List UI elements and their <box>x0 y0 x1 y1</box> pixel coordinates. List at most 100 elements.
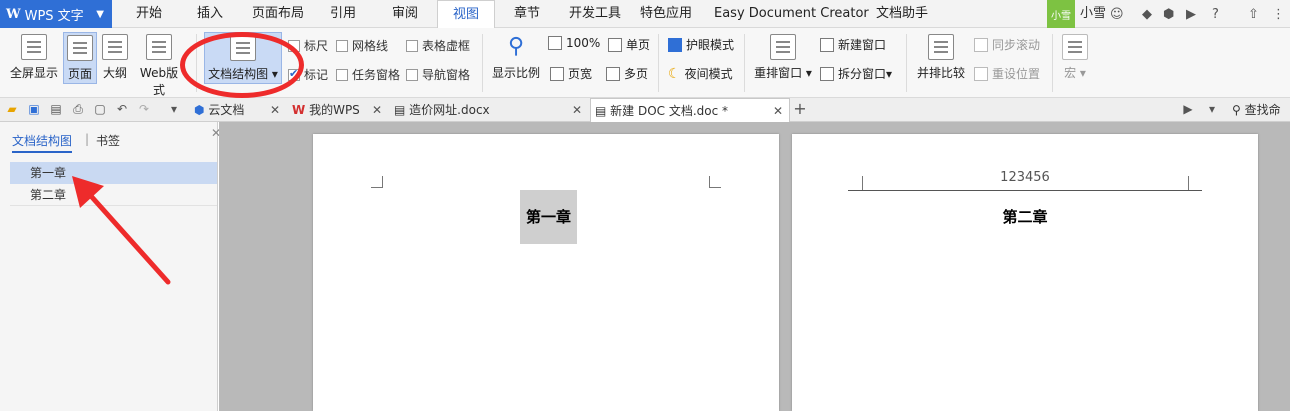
save-icon[interactable]: ▣ <box>26 101 42 117</box>
caret-down-icon: ▼ <box>96 8 104 20</box>
undo-icon[interactable]: ↶ <box>114 101 130 117</box>
caret-down-icon: ▾ <box>1076 66 1086 80</box>
outline-view-button[interactable]: 大纲 <box>100 34 130 81</box>
heading-chapter-1[interactable]: 第一章 <box>520 190 577 244</box>
page-view-button[interactable]: 页面 <box>63 32 97 84</box>
marks-checkbox[interactable]: 标记 <box>288 66 328 83</box>
tab-review[interactable]: 审阅 <box>392 0 418 28</box>
open-folder-icon[interactable]: ▰ <box>4 101 20 117</box>
page-2[interactable]: 123456 第二章 <box>792 134 1258 411</box>
close-icon[interactable]: ✕ <box>572 98 582 122</box>
tab-reference[interactable]: 引用 <box>330 0 356 28</box>
tab-cloud-docs[interactable]: ⬢ 云文档 ✕ <box>190 98 286 122</box>
export-pdf-icon[interactable]: ▤ <box>48 101 64 117</box>
multi-page-button[interactable]: 多页 <box>606 65 648 82</box>
user-avatar[interactable]: 小雪 <box>1047 0 1075 28</box>
crop-mark <box>709 176 721 188</box>
fullscreen-button[interactable]: 全屏显示 <box>8 34 60 81</box>
heading-chapter-2[interactable]: 第二章 <box>792 206 1258 227</box>
caret-down-icon: ▾ <box>886 66 893 81</box>
skin-icon[interactable]: ☺ <box>1110 7 1124 22</box>
feedback-icon[interactable]: ▶ <box>1186 7 1196 22</box>
customize-dropdown-icon[interactable]: ▾ <box>166 101 182 117</box>
crop-mark <box>371 176 383 188</box>
nav-item-chapter-1[interactable]: 第一章 <box>10 162 217 184</box>
tab-doc-assistant[interactable]: 文档助手 <box>876 0 928 28</box>
print-preview-icon[interactable]: ▢ <box>92 101 108 117</box>
redo-icon[interactable]: ↷ <box>136 101 152 117</box>
user-name[interactable]: 小雪 <box>1080 0 1106 28</box>
tab-page-layout[interactable]: 页面布局 <box>252 0 304 28</box>
zoom-100-button[interactable]: 100% <box>548 36 600 50</box>
tab-new-doc[interactable]: ▤ 新建 DOC 文档.doc * ✕ <box>590 98 790 122</box>
more-icon[interactable]: ⋮ <box>1272 7 1285 22</box>
slideshow-icon[interactable]: ▶ <box>1180 101 1196 117</box>
close-icon[interactable]: ✕ <box>372 98 382 122</box>
tab-view[interactable]: 视图 <box>437 0 495 28</box>
print-icon[interactable]: ⎙ <box>70 101 86 117</box>
doc-structure-icon <box>230 35 256 61</box>
tab-developer[interactable]: 开发工具 <box>569 0 621 28</box>
tab-doc-price-urls[interactable]: ▤ 造价网址.docx ✕ <box>390 98 588 122</box>
new-window-button[interactable]: 新建窗口 <box>820 36 886 53</box>
tab-insert[interactable]: 插入 <box>197 0 223 28</box>
nav-item-chapter-2[interactable]: 第二章 <box>10 184 217 206</box>
gridlines-checkbox[interactable]: 网格线 <box>336 37 388 54</box>
separator <box>906 34 907 92</box>
help-icon[interactable]: ? <box>1212 7 1219 22</box>
task-pane-checkbox[interactable]: 任务窗格 <box>336 66 400 83</box>
split-window-button[interactable]: 拆分窗口 ▾ <box>820 65 892 82</box>
doc-icon: ▤ <box>595 104 607 118</box>
new-tab-plus-icon[interactable]: + <box>792 101 808 117</box>
magnifier-icon: ⚲ <box>507 34 525 59</box>
nav-tab-structure[interactable]: 文档结构图 <box>12 132 73 153</box>
single-page-button[interactable]: 单页 <box>608 36 650 53</box>
side-by-side-button[interactable]: 并排比较 <box>914 34 968 81</box>
page-1[interactable]: 第一章 <box>313 134 779 411</box>
doc-structure-button[interactable]: 文档结构图 ▾ <box>204 32 282 84</box>
find-command-search[interactable]: ⚲ 查找命令 <box>1232 98 1290 141</box>
cube-icon[interactable]: ⬢ <box>1163 7 1174 22</box>
separator <box>744 34 745 92</box>
app-menu-button[interactable]: W WPS 文字 ▼ <box>0 0 112 28</box>
reset-position-button[interactable]: 重设位置 <box>974 65 1040 82</box>
separator <box>196 34 197 92</box>
nav-tab-bookmark[interactable]: 书签 <box>96 132 120 149</box>
page-width-icon <box>550 66 564 81</box>
nav-pane-checkbox[interactable]: 导航窗格 <box>406 66 470 83</box>
minimize-ribbon-icon[interactable]: ⇧ <box>1248 7 1259 22</box>
share-icon[interactable]: ◆ <box>1142 7 1152 22</box>
web-layout-button[interactable]: Web版式 <box>134 34 184 98</box>
ribbon: 全屏显示 页面 大纲 Web版式 文档结构图 ▾ 标尺 标记 网格线 任务窗格 … <box>0 28 1290 98</box>
separator <box>658 34 659 92</box>
page-header-text[interactable]: 123456 <box>792 170 1258 185</box>
moon-icon: ☾ <box>668 65 681 82</box>
document-tab-bar: ▰ ▣ ▤ ⎙ ▢ ↶ ↷ ▾ ⬢ 云文档 ✕ W 我的WPS ✕ ▤ 造价网址… <box>0 98 1290 141</box>
filter-icon[interactable]: ▾ <box>1204 101 1220 117</box>
close-icon[interactable]: ✕ <box>270 98 280 122</box>
tab-section[interactable]: 章节 <box>514 0 540 28</box>
close-icon[interactable]: ✕ <box>773 99 783 123</box>
menu-bar: W WPS 文字 ▼ 开始 插入 页面布局 引用 审阅 视图 章节 开发工具 特… <box>0 0 1290 28</box>
tab-easy-doc-creator[interactable]: Easy Document Creator <box>714 0 869 28</box>
tab-my-wps[interactable]: W 我的WPS ✕ <box>288 98 388 122</box>
search-icon: ⚲ <box>1232 103 1241 117</box>
macro-button[interactable]: 宏 ▾ <box>1060 34 1090 81</box>
page-width-button[interactable]: 页宽 <box>550 65 592 82</box>
tab-start[interactable]: 开始 <box>136 0 162 28</box>
table-gridlines-checkbox[interactable]: 表格虚框 <box>406 37 470 54</box>
shield-icon <box>668 37 682 52</box>
app-title: WPS 文字 <box>24 8 84 24</box>
arrange-windows-button[interactable]: 重排窗口 ▾ <box>752 34 814 81</box>
zoom-button[interactable]: ⚲ 显示比例 <box>490 34 542 81</box>
eye-mode-button[interactable]: 护眼模式 <box>668 36 734 53</box>
ruler-checkbox[interactable]: 标尺 <box>288 37 328 54</box>
side-by-side-icon <box>928 34 954 60</box>
single-page-icon <box>608 37 622 52</box>
reset-position-icon <box>974 66 988 81</box>
header-rule <box>848 190 1202 191</box>
sync-scroll-button[interactable]: 同步滚动 <box>974 36 1040 53</box>
tab-features[interactable]: 特色应用 <box>640 0 692 28</box>
document-area[interactable]: 第一章 123456 第二章 <box>219 122 1290 411</box>
night-mode-button[interactable]: ☾ 夜间模式 <box>668 65 733 82</box>
